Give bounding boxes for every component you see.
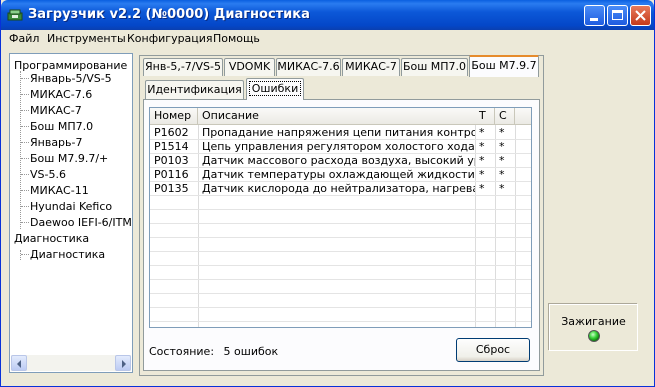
grid-line xyxy=(150,265,531,266)
tree-branch xyxy=(21,110,29,111)
table-cell-t[interactable]: * xyxy=(475,126,495,140)
main-window: Загрузчик v2.2 (№0000) Диагностика Файл … xyxy=(0,0,655,387)
table-cell-number[interactable]: P0103 xyxy=(150,154,198,168)
tree-branch xyxy=(21,254,29,255)
ignition-panel: Зажигание xyxy=(549,304,638,351)
tree-branch xyxy=(21,206,29,207)
tree-branch xyxy=(21,222,29,223)
table-cell-t[interactable]: * xyxy=(475,182,495,196)
tree-item[interactable]: Hyundai Kefico xyxy=(30,200,112,213)
minimize-icon xyxy=(590,18,598,21)
tree-item[interactable]: VS-5.6 xyxy=(30,168,66,181)
tab-jan5-jan7-vs5[interactable]: Янв-5,-7/VS-5 xyxy=(143,58,223,76)
grid-line xyxy=(150,223,531,224)
grid-line xyxy=(515,125,516,327)
column-header-t[interactable]: T xyxy=(475,108,495,125)
tree-branch xyxy=(21,94,29,95)
tree-item[interactable]: МИКАС-11 xyxy=(30,184,89,197)
tree-branch xyxy=(21,158,29,159)
table-cell-number[interactable]: P0116 xyxy=(150,168,198,182)
title-bar[interactable]: Загрузчик v2.2 (№0000) Диагностика xyxy=(1,0,654,30)
maximize-icon xyxy=(612,10,623,20)
table-cell-c[interactable]: * xyxy=(495,140,515,154)
table-cell-description[interactable]: Цепь управления регулятором холостого хо… xyxy=(198,140,475,154)
window-title: Загрузчик v2.2 (№0000) Диагностика xyxy=(28,7,310,22)
tree-branch xyxy=(21,190,29,191)
tab-bosch-mp7-0[interactable]: Бош МП7.0 xyxy=(401,58,468,76)
column-header-filler xyxy=(515,108,531,125)
table-cell-c[interactable]: * xyxy=(495,168,515,182)
tree-branch xyxy=(21,174,29,175)
table-cell-number[interactable]: P0135 xyxy=(150,182,198,196)
table-cell-description[interactable]: Датчик температуры охлаждающей жидкости,… xyxy=(198,168,475,182)
tree-branch xyxy=(21,142,29,143)
grid-line xyxy=(150,293,531,294)
table-cell-c[interactable]: * xyxy=(495,182,515,196)
scroll-right-button[interactable] xyxy=(115,355,131,371)
table-cell-description[interactable]: Датчик кислорода до нейтрализатора, нагр… xyxy=(198,182,475,196)
tab-errors-label: Ошибки xyxy=(248,81,302,96)
table-cell-t[interactable]: * xyxy=(475,154,495,168)
ignition-led-icon xyxy=(588,330,600,342)
ignition-label: Зажигание xyxy=(561,315,626,328)
arrow-right-icon xyxy=(122,360,126,368)
menu-help[interactable]: Помощь xyxy=(213,32,260,45)
menu-bar: Файл Инструменты Конфигурация Помощь xyxy=(1,30,654,48)
grid-line xyxy=(150,321,531,322)
column-header-number[interactable]: Номер xyxy=(150,108,198,125)
tree-root-programming[interactable]: Программирование xyxy=(14,59,127,72)
ecu-tree[interactable]: Программирование Январь-5/VS-5 МИКАС-7.6… xyxy=(9,53,133,373)
column-header-c[interactable]: C xyxy=(495,108,515,125)
table-cell-number[interactable]: P1602 xyxy=(150,126,198,140)
table-cell-description[interactable]: Пропадание напряжения цепи питания контр… xyxy=(198,126,475,140)
tree-root-diagnostics[interactable]: Диагностика xyxy=(14,232,89,245)
menu-tools[interactable]: Инструменты xyxy=(47,32,126,45)
tree-item-diagnostics[interactable]: Диагностика xyxy=(30,248,105,261)
tab-mikas-7-6[interactable]: МИКАС-7.6 xyxy=(276,58,341,76)
tree-item[interactable]: Бош M7.9.7/+ xyxy=(30,152,108,165)
close-icon xyxy=(635,10,646,21)
menu-configuration[interactable]: Конфигурация xyxy=(127,32,213,45)
tree-item[interactable]: Январь-7 xyxy=(30,136,83,149)
tree-item[interactable]: МИКАС-7 xyxy=(30,104,82,117)
tree-branch xyxy=(21,126,29,127)
tab-mikas-7[interactable]: МИКАС-7 xyxy=(342,58,400,76)
table-cell-c[interactable]: * xyxy=(495,126,515,140)
table-cell-t[interactable]: * xyxy=(475,140,495,154)
table-cell-t[interactable]: * xyxy=(475,168,495,182)
status-line: Состояние: 5 ошибок xyxy=(149,345,278,358)
tree-branch xyxy=(21,78,29,79)
tab-errors[interactable]: Ошибки xyxy=(246,78,304,100)
tree-item[interactable]: МИКАС-7.6 xyxy=(30,88,92,101)
tab-vdomk[interactable]: VDOMK xyxy=(224,58,275,76)
grid-line xyxy=(150,251,531,252)
maximize-button[interactable] xyxy=(607,5,628,26)
tree-item[interactable]: Daewoo IEFI-6/ITMS xyxy=(30,216,132,229)
status-value: 5 ошибок xyxy=(223,345,279,358)
tree-item[interactable]: Январь-5/VS-5 xyxy=(30,72,112,85)
grid-line xyxy=(150,307,531,308)
menu-file[interactable]: Файл xyxy=(9,32,39,45)
grid-line xyxy=(150,237,531,238)
close-button[interactable] xyxy=(630,5,651,26)
app-icon xyxy=(7,9,23,21)
grid-line xyxy=(150,279,531,280)
status-label: Состояние: xyxy=(149,345,215,358)
minimize-button[interactable] xyxy=(584,5,605,26)
table-cell-description[interactable]: Датчик массового расхода воздуха, высоки… xyxy=(198,154,475,168)
errors-table[interactable]: Номер Описание T C P1602 Пропадание напр… xyxy=(149,107,532,328)
tree-guide xyxy=(20,250,21,260)
reset-button[interactable]: Сброс xyxy=(456,338,530,362)
table-cell-c[interactable]: * xyxy=(495,154,515,168)
arrow-left-icon xyxy=(17,360,21,368)
tab-bosch-m7-9-7[interactable]: Бош M7.9.7 xyxy=(469,55,539,77)
scroll-left-button[interactable] xyxy=(11,355,27,371)
table-cell-number[interactable]: P1514 xyxy=(150,140,198,154)
tree-item[interactable]: Бош МП7.0 xyxy=(30,120,93,133)
grid-line xyxy=(150,209,531,210)
tab-identification[interactable]: Идентификация xyxy=(145,80,244,99)
tree-horizontal-scrollbar[interactable] xyxy=(11,355,131,371)
